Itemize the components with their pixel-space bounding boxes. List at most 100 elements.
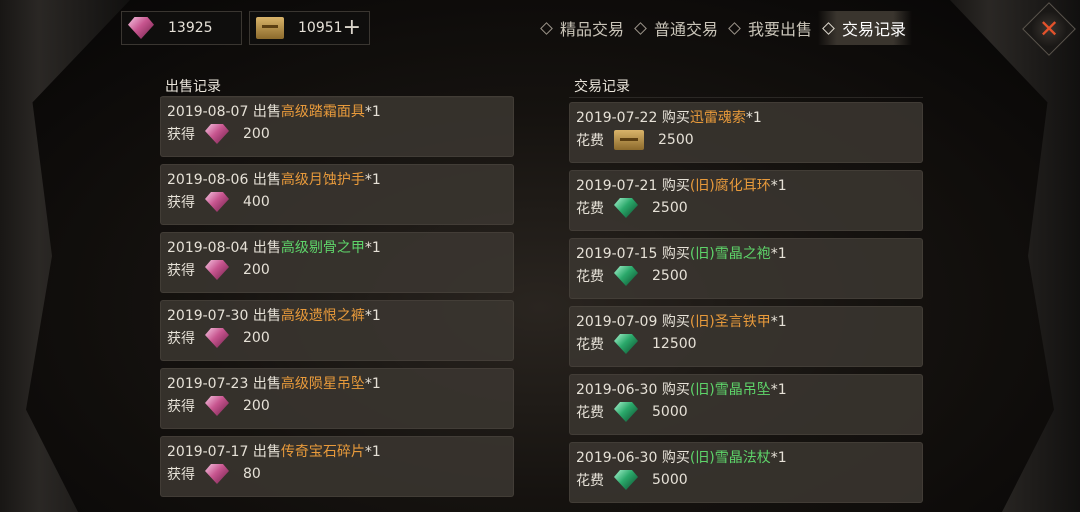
record-item-name: (旧)雪晶法杖: [689, 450, 771, 466]
record-text: 2019-08-06 出售高级月蚀护手*1: [167, 169, 381, 189]
list-item[interactable]: 2019-08-06 出售高级月蚀护手*1 获得 400: [160, 164, 514, 225]
trade-records-title: 交易记录: [574, 79, 630, 95]
pink-diamond-icon: [205, 328, 229, 348]
record-amount-row: 花费 12500: [576, 334, 697, 354]
record-amount: 12500: [652, 336, 697, 352]
record-amount: 2500: [658, 132, 694, 148]
record-action: 出售: [252, 308, 281, 324]
record-text: 2019-07-09 购买(旧)圣言铁甲*1: [576, 311, 787, 331]
record-amount-label: 获得: [167, 195, 195, 211]
record-amount: 200: [243, 398, 270, 414]
tab-normal-trade[interactable]: 普通交易: [630, 11, 724, 45]
record-action: 购买: [661, 178, 690, 194]
list-item[interactable]: 2019-08-07 出售高级踏霜面具*1 获得 200: [160, 96, 514, 157]
record-quantity: *1: [364, 240, 381, 256]
record-amount-label: 花费: [576, 337, 604, 353]
add-ticket-button[interactable]: +: [343, 17, 361, 39]
pink-diamond-icon: [205, 124, 229, 144]
green-emerald-icon: [614, 470, 638, 490]
record-amount-label: 花费: [576, 405, 604, 421]
record-action: 购买: [661, 382, 690, 398]
tab-premium-trade[interactable]: 精品交易: [536, 11, 630, 45]
trade-tabs: 精品交易 普通交易 我要出售 交易记录: [536, 11, 913, 45]
list-item[interactable]: 2019-07-09 购买(旧)圣言铁甲*1 花费 12500: [569, 306, 923, 367]
list-item[interactable]: 2019-07-15 购买(旧)雪晶之袍*1 花费 2500: [569, 238, 923, 299]
gem-currency-box: 13925: [121, 11, 242, 45]
record-amount-row: 获得 80: [167, 464, 261, 484]
record-item-name: 高级剔骨之甲: [280, 240, 365, 256]
record-text: 2019-06-30 购买(旧)雪晶法杖*1: [576, 447, 787, 467]
record-date: 2019-06-30: [576, 450, 658, 466]
record-action: 出售: [252, 172, 281, 188]
record-quantity: *1: [770, 314, 787, 330]
green-emerald-icon: [614, 402, 638, 422]
ticket-amount: 10951: [298, 20, 343, 36]
record-text: 2019-07-22 购买迅雷魂索*1: [576, 107, 762, 127]
tab-sell[interactable]: 我要出售: [724, 11, 818, 45]
record-amount-row: 花费 5000: [576, 402, 688, 422]
record-date: 2019-07-21: [576, 178, 658, 194]
record-amount-row: 花费 5000: [576, 470, 688, 490]
record-date: 2019-07-09: [576, 314, 658, 330]
record-item-name: 高级踏霜面具: [280, 104, 365, 120]
record-quantity: *1: [770, 246, 787, 262]
record-quantity: *1: [770, 450, 787, 466]
record-date: 2019-07-17: [167, 444, 249, 460]
record-text: 2019-07-17 出售传奇宝石碎片*1: [167, 441, 381, 461]
sell-records-title: 出售记录: [165, 79, 221, 95]
record-text: 2019-08-04 出售高级剔骨之甲*1: [167, 237, 381, 257]
record-amount-label: 花费: [576, 269, 604, 285]
record-text: 2019-07-21 购买(旧)腐化耳环*1: [576, 175, 787, 195]
list-item[interactable]: 2019-07-23 出售高级陨星吊坠*1 获得 200: [160, 368, 514, 429]
list-item[interactable]: 2019-07-22 购买迅雷魂索*1 花费 2500: [569, 102, 923, 163]
list-item[interactable]: 2019-08-04 出售高级剔骨之甲*1 获得 200: [160, 232, 514, 293]
record-amount-label: 获得: [167, 263, 195, 279]
record-amount-label: 获得: [167, 127, 195, 143]
record-amount-row: 获得 200: [167, 396, 270, 416]
record-amount-row: 花费 2500: [576, 266, 688, 286]
tab-trade-records[interactable]: 交易记录: [818, 11, 913, 45]
record-amount: 2500: [652, 200, 688, 216]
record-amount: 5000: [652, 472, 688, 488]
record-item-name: (旧)雪晶吊坠: [689, 382, 771, 398]
record-action: 出售: [252, 240, 281, 256]
record-item-name: 高级月蚀护手: [280, 172, 365, 188]
trade-divider: [569, 97, 923, 98]
list-item[interactable]: 2019-06-30 购买(旧)雪晶法杖*1 花费 5000: [569, 442, 923, 503]
record-amount: 200: [243, 330, 270, 346]
list-item[interactable]: 2019-06-30 购买(旧)雪晶吊坠*1 花费 5000: [569, 374, 923, 435]
record-date: 2019-06-30: [576, 382, 658, 398]
record-quantity: *1: [770, 178, 787, 194]
record-amount-label: 花费: [576, 133, 604, 149]
list-item[interactable]: 2019-07-21 购买(旧)腐化耳环*1 花费 2500: [569, 170, 923, 231]
record-action: 出售: [252, 376, 281, 392]
green-emerald-icon: [614, 266, 638, 286]
record-amount: 200: [243, 262, 270, 278]
record-amount-row: 获得 200: [167, 328, 270, 348]
record-amount-row: 花费 2500: [576, 130, 694, 150]
record-quantity: *1: [745, 110, 762, 126]
record-amount: 2500: [652, 268, 688, 284]
pink-diamond-icon: [205, 396, 229, 416]
record-item-name: 迅雷魂索: [689, 110, 746, 126]
close-icon: ✕: [1038, 14, 1060, 43]
record-quantity: *1: [364, 308, 381, 324]
record-amount-label: 花费: [576, 201, 604, 217]
record-item-name: (旧)圣言铁甲: [689, 314, 771, 330]
diamond-bullet-icon: [540, 21, 553, 35]
record-amount: 200: [243, 126, 270, 142]
list-item[interactable]: 2019-07-17 出售传奇宝石碎片*1 获得 80: [160, 436, 514, 497]
record-text: 2019-07-23 出售高级陨星吊坠*1: [167, 373, 381, 393]
record-date: 2019-07-15: [576, 246, 658, 262]
pink-diamond-icon: [205, 192, 229, 212]
pink-diamond-icon: [128, 17, 154, 39]
record-action: 购买: [661, 246, 690, 262]
record-amount-row: 获得 200: [167, 260, 270, 280]
green-emerald-icon: [614, 198, 638, 218]
diamond-bullet-icon: [634, 21, 647, 35]
list-item[interactable]: 2019-07-30 出售高级遗恨之裤*1 获得 200: [160, 300, 514, 361]
record-text: 2019-07-30 出售高级遗恨之裤*1: [167, 305, 381, 325]
record-item-name: (旧)雪晶之袍: [689, 246, 771, 262]
record-quantity: *1: [364, 104, 381, 120]
record-text: 2019-07-15 购买(旧)雪晶之袍*1: [576, 243, 787, 263]
